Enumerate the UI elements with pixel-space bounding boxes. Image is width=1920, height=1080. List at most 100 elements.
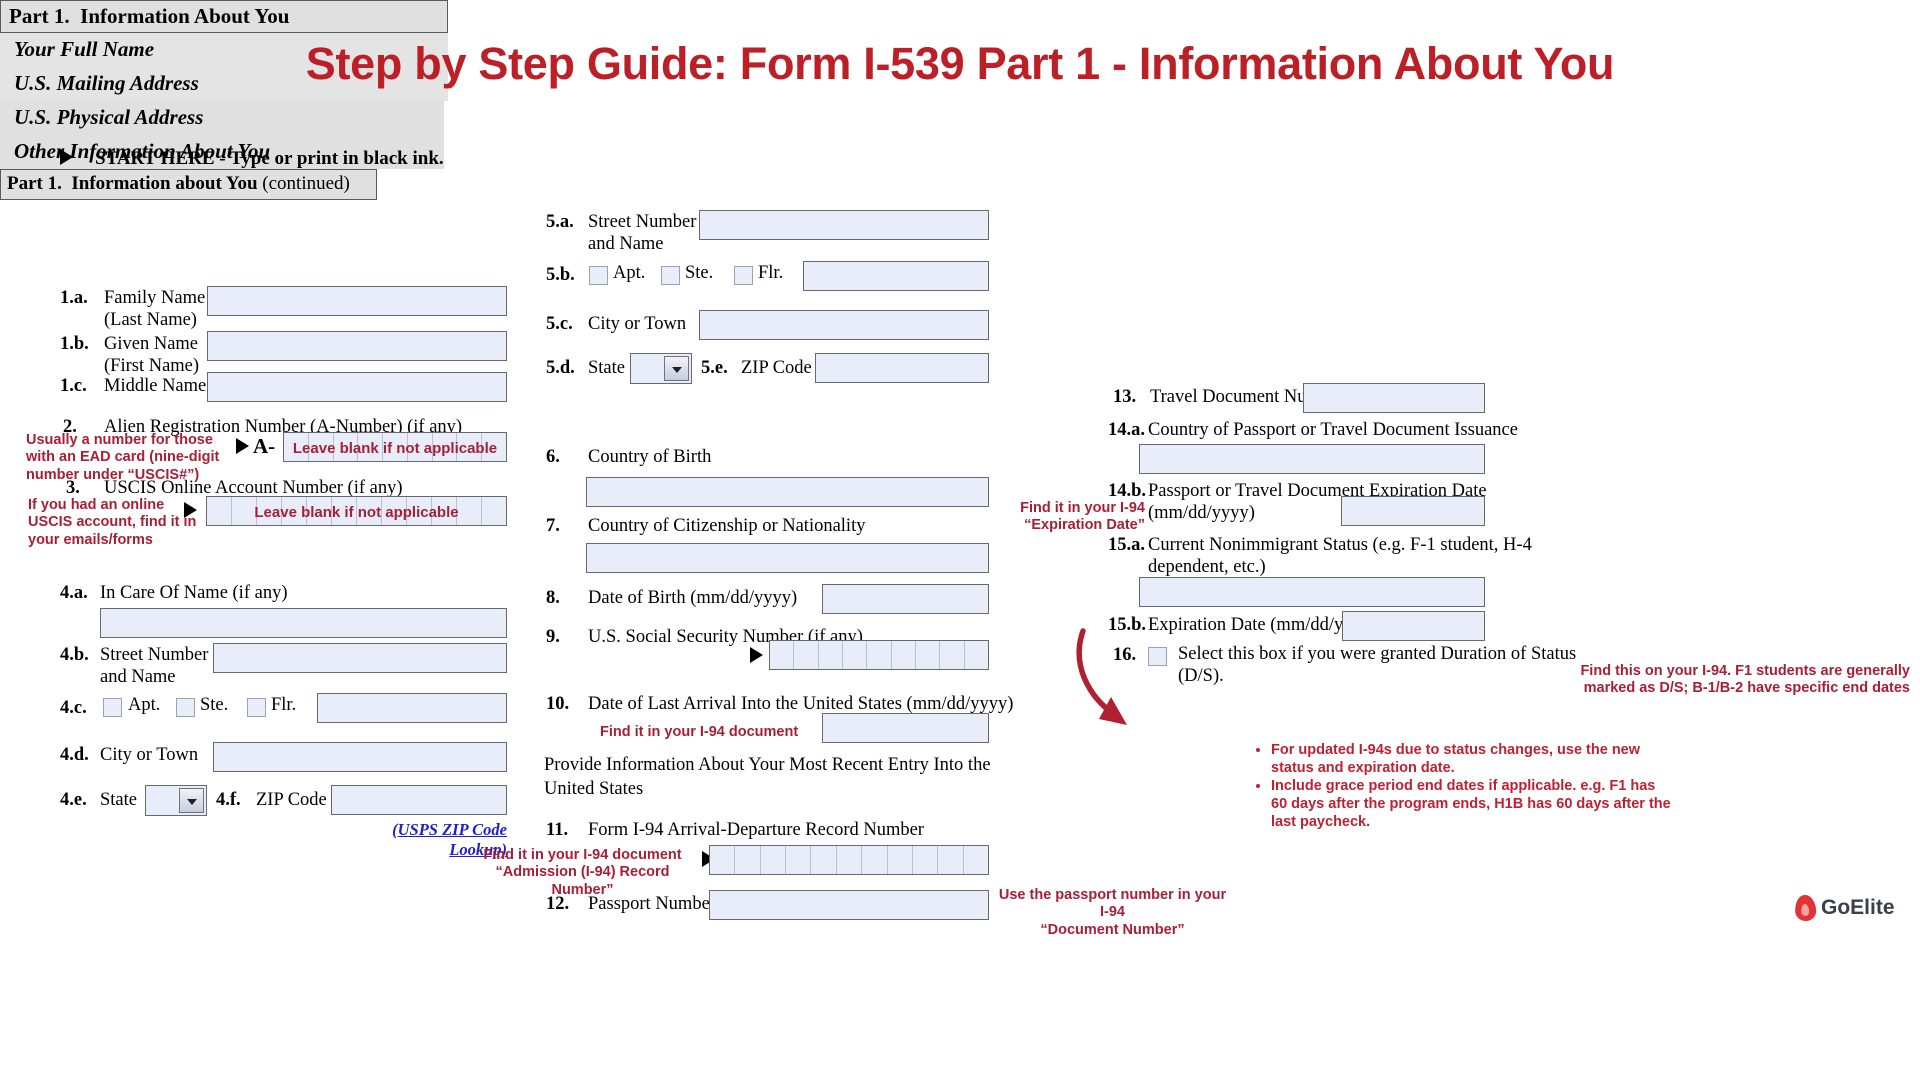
item-label-1b: Given Name (First Name) bbox=[104, 334, 200, 376]
item-num-4e: 4.e. bbox=[60, 790, 87, 810]
item-num-12: 12. bbox=[546, 894, 570, 914]
bullet-item: For updated I-94s due to status changes,… bbox=[1271, 742, 1675, 777]
item-num-1b: 1.b. bbox=[60, 334, 89, 354]
physical-apt-checkbox[interactable] bbox=[589, 266, 608, 285]
travel-document-number-input[interactable] bbox=[1303, 383, 1485, 413]
triangle-icon-uscis-account bbox=[184, 502, 197, 518]
physical-apt-label: Apt. bbox=[613, 263, 646, 283]
item-num-9: 9. bbox=[546, 627, 560, 647]
physical-flr-label: Flr. bbox=[758, 263, 784, 283]
mailing-apt-checkbox[interactable] bbox=[103, 698, 122, 717]
item-num-10: 10. bbox=[546, 694, 570, 714]
goelite-logo: GoElite bbox=[1794, 894, 1895, 922]
in-care-of-name-input[interactable] bbox=[100, 608, 507, 638]
curved-arrow-icon bbox=[1076, 628, 1127, 725]
item-label-5a: Street Number and Name bbox=[588, 212, 697, 254]
item-label-4e: State bbox=[100, 790, 137, 810]
country-of-birth-input[interactable] bbox=[586, 477, 989, 507]
item-num-8: 8. bbox=[546, 588, 560, 608]
item-num-4f: 4.f. bbox=[216, 790, 241, 810]
item-label-7: Country of Citizenship or Nationality bbox=[588, 516, 866, 536]
ssn-input[interactable] bbox=[769, 640, 989, 670]
item-num-14a: 14.a. bbox=[1108, 420, 1145, 440]
status-expiration-date-input[interactable] bbox=[1342, 611, 1485, 641]
right-part-header: Part 1. Information about You (continued… bbox=[0, 169, 377, 200]
bullet-item: Include grace period end dates if applic… bbox=[1271, 778, 1675, 831]
annotation-passport-number: Use the passport number in your I-94 “Do… bbox=[998, 887, 1227, 938]
item-num-1a: 1.a. bbox=[60, 288, 88, 308]
item-label-4d: City or Town bbox=[100, 745, 199, 765]
item-num-7: 7. bbox=[546, 516, 560, 536]
item-label-5e: ZIP Code bbox=[741, 358, 812, 378]
physical-state-select[interactable] bbox=[630, 353, 692, 384]
current-status-input[interactable] bbox=[1139, 577, 1485, 607]
passport-number-input[interactable] bbox=[709, 890, 989, 920]
a-number-prefix: A- bbox=[253, 434, 276, 458]
item-num-5e: 5.e. bbox=[701, 358, 728, 378]
mailing-ste-checkbox[interactable] bbox=[176, 698, 195, 717]
item-label-6: Country of Birth bbox=[588, 447, 712, 467]
annotation-uscis-account: If you had an online USCIS account, find… bbox=[28, 497, 197, 548]
item-num-4d: 4.d. bbox=[60, 745, 89, 765]
chevron-down-icon[interactable] bbox=[664, 356, 689, 381]
mailing-street-input[interactable] bbox=[213, 643, 507, 673]
physical-ste-label: Ste. bbox=[685, 263, 714, 283]
item-label-1a: Family Name (Last Name) bbox=[104, 288, 206, 330]
country-of-citizenship-input[interactable] bbox=[586, 543, 989, 573]
logo-text: GoElite bbox=[1821, 896, 1895, 919]
middle-name-input[interactable] bbox=[207, 372, 507, 402]
item-label-4b: Street Number and Name bbox=[100, 645, 209, 687]
item-label-5c: City or Town bbox=[588, 314, 687, 334]
mailing-apt-number-input[interactable] bbox=[317, 693, 507, 723]
date-of-birth-input[interactable] bbox=[822, 584, 989, 614]
annotation-arrival-date: Find it in your I-94 document bbox=[600, 724, 799, 740]
physical-city-input[interactable] bbox=[699, 310, 989, 340]
item-num-5b: 5.b. bbox=[546, 265, 575, 285]
item-label-14a: Country of Passport or Travel Document I… bbox=[1148, 420, 1518, 440]
recent-entry-heading: Provide Information About Your Most Rece… bbox=[544, 755, 991, 799]
item-num-5c: 5.c. bbox=[546, 314, 573, 334]
annotation-ds-status: Find this on your I-94. F1 students are … bbox=[1580, 663, 1910, 697]
mailing-city-input[interactable] bbox=[213, 742, 507, 772]
item-label-4a: In Care Of Name (if any) bbox=[100, 583, 288, 603]
item-label-5d: State bbox=[588, 358, 625, 378]
passport-country-input[interactable] bbox=[1139, 444, 1485, 474]
start-here-text: START HERE - Type or print in black ink. bbox=[95, 148, 444, 169]
physical-ste-checkbox[interactable] bbox=[661, 266, 680, 285]
item-label-8: Date of Birth (mm/dd/yyyy) bbox=[588, 588, 798, 608]
item-label-4f: ZIP Code bbox=[256, 790, 327, 810]
part-number-cont: Part 1. bbox=[7, 173, 62, 195]
item-num-11: 11. bbox=[546, 820, 569, 840]
part-continued-label: (continued) bbox=[262, 173, 350, 195]
item-label-1c: Middle Name bbox=[104, 376, 207, 396]
mailing-apt-label: Apt. bbox=[128, 695, 161, 715]
i94-record-number-input[interactable] bbox=[709, 845, 989, 875]
physical-flr-checkbox[interactable] bbox=[734, 266, 753, 285]
left-part-header: Part 1. Information About You bbox=[0, 0, 448, 34]
last-arrival-date-input[interactable] bbox=[822, 713, 989, 743]
annotation-bullet-list: For updated I-94s due to status changes,… bbox=[1255, 742, 1675, 832]
triangle-icon bbox=[60, 149, 73, 165]
physical-zip-input[interactable] bbox=[815, 353, 989, 383]
mailing-state-select[interactable] bbox=[145, 785, 207, 816]
item-num-1c: 1.c. bbox=[60, 376, 87, 396]
item-label-12: Passport Number bbox=[588, 894, 716, 914]
mailing-flr-checkbox[interactable] bbox=[247, 698, 266, 717]
family-name-input[interactable] bbox=[207, 286, 507, 316]
mailing-flr-label: Flr. bbox=[271, 695, 297, 715]
triangle-icon-ssn bbox=[750, 647, 763, 663]
mailing-zip-input[interactable] bbox=[331, 785, 507, 815]
given-name-input[interactable] bbox=[207, 331, 507, 361]
item-num-5d: 5.d. bbox=[546, 358, 575, 378]
physical-apt-number-input[interactable] bbox=[803, 261, 989, 291]
item-label-15a: Current Nonimmigrant Status (e.g. F-1 st… bbox=[1148, 535, 1532, 577]
mailing-ste-label: Ste. bbox=[200, 695, 229, 715]
chevron-down-icon[interactable] bbox=[179, 788, 204, 813]
triangle-icon-a-number bbox=[236, 438, 249, 454]
item-num-4a: 4.a. bbox=[60, 583, 88, 603]
flame-icon bbox=[1794, 894, 1817, 922]
physical-street-input[interactable] bbox=[699, 210, 989, 240]
passport-expiration-date-input[interactable] bbox=[1341, 496, 1485, 526]
page-title: Step by Step Guide: Form I-539 Part 1 - … bbox=[305, 38, 1615, 89]
item-num-4c: 4.c. bbox=[60, 698, 87, 718]
